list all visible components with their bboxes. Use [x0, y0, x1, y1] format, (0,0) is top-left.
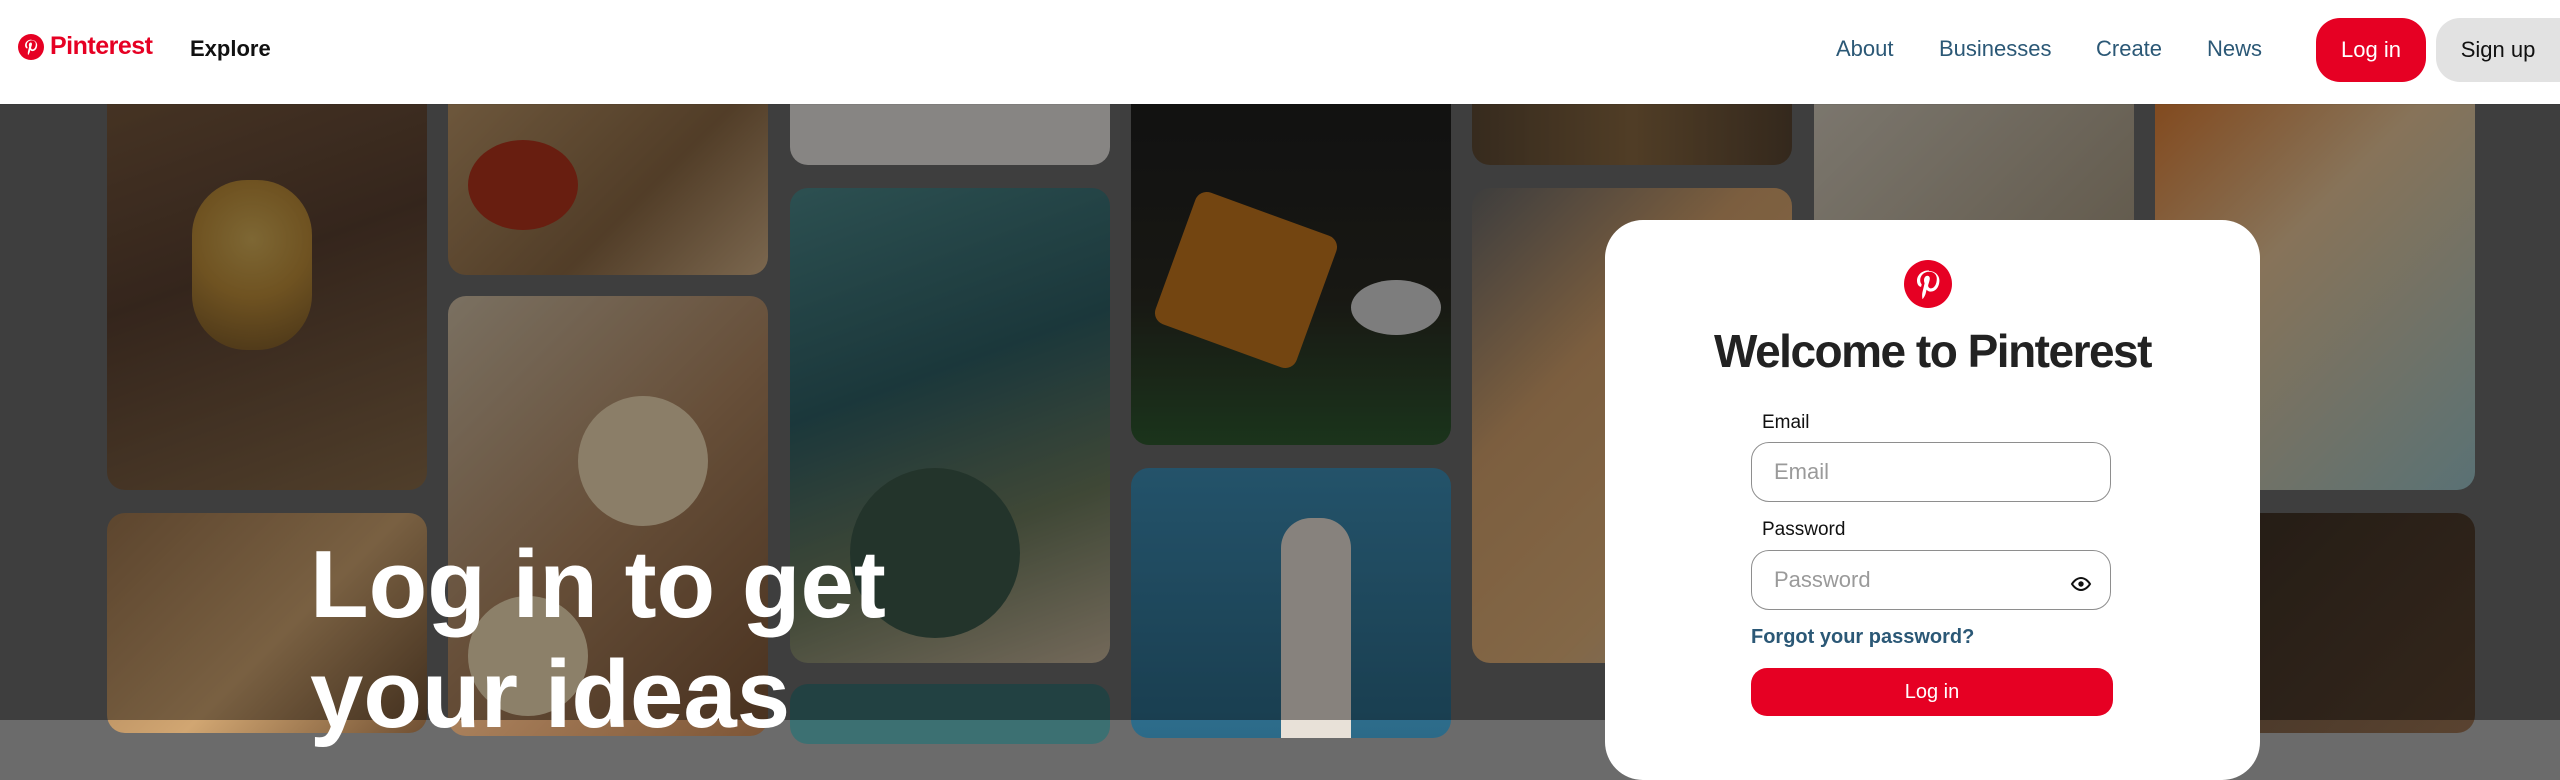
header-signup-button[interactable]: Sign up	[2436, 18, 2560, 82]
email-input[interactable]	[1751, 442, 2111, 502]
welcome-title: Welcome to Pinterest	[1714, 325, 2152, 377]
pinterest-logo-icon	[18, 33, 44, 60]
brand-wordmark: Pinterest	[50, 32, 153, 60]
nav-create[interactable]: Create	[2096, 36, 2162, 62]
card-login-button[interactable]: Log in	[1751, 668, 2113, 716]
forgot-password-link[interactable]: Forgot your password?	[1751, 626, 1974, 649]
pinterest-card-logo-icon	[1904, 260, 1952, 308]
hero-title: Log in to get your ideas	[310, 531, 886, 748]
header-login-button[interactable]: Log in	[2316, 18, 2426, 82]
password-label: Password	[1762, 519, 1846, 540]
email-label: Email	[1762, 412, 1810, 433]
explore-link[interactable]: Explore	[190, 36, 271, 62]
nav-news[interactable]: News	[2207, 36, 2262, 62]
nav-businesses[interactable]: Businesses	[1939, 36, 2052, 62]
nav-about[interactable]: About	[1836, 36, 1894, 62]
login-card: Welcome to Pinterest Email Password Forg…	[1605, 220, 2260, 780]
pinterest-logo-link[interactable]: Pinterest	[18, 32, 153, 61]
show-password-eye-icon[interactable]	[2069, 572, 2093, 596]
top-navigation: Pinterest Explore About Businesses Creat…	[0, 0, 2560, 104]
password-input[interactable]	[1751, 550, 2111, 610]
